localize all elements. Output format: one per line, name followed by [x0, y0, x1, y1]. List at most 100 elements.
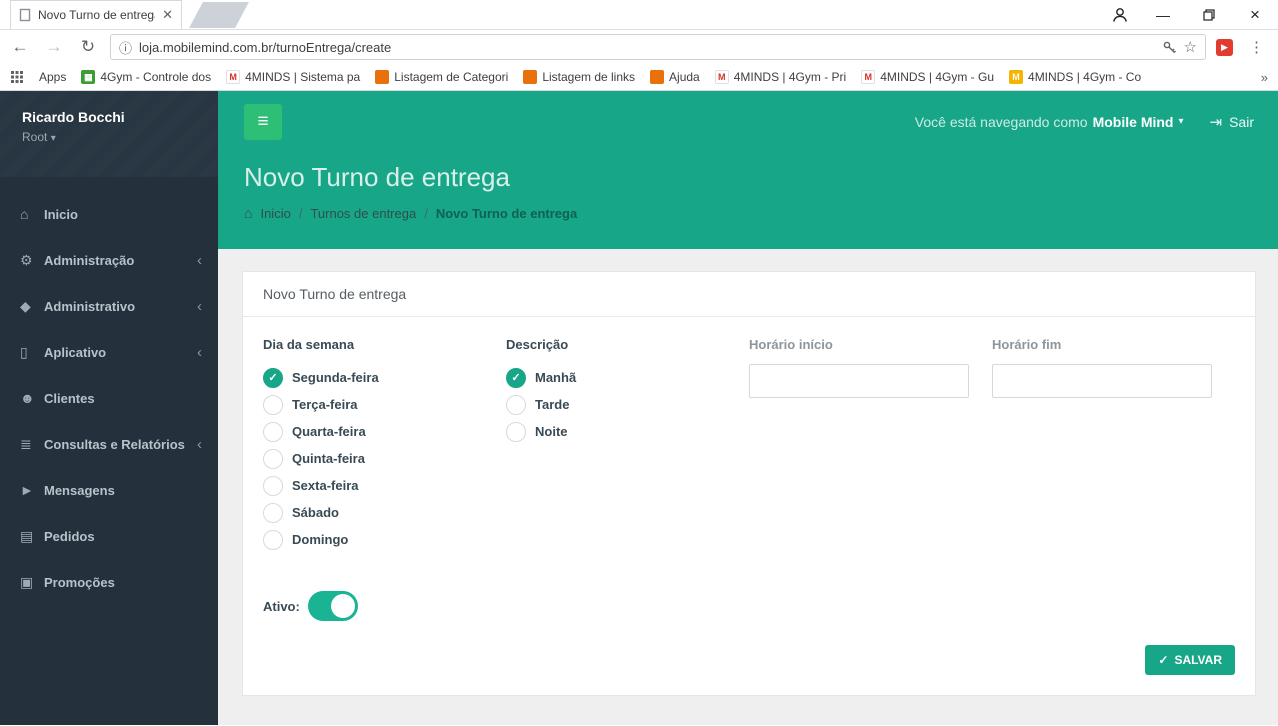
page-favicon-icon: [19, 8, 31, 22]
gmail-m-icon: M: [861, 70, 876, 84]
tab-title: Novo Turno de entrega: [38, 8, 156, 22]
gift-icon: ▣: [20, 573, 34, 590]
radio-sexta-feira[interactable]: Sexta-feira: [263, 472, 506, 499]
browser-menu-icon[interactable]: ⋮: [1243, 38, 1270, 56]
sidebar-item-clientes[interactable]: ☻ Clientes: [0, 375, 218, 421]
reload-icon[interactable]: ↻: [76, 37, 100, 57]
bookmark-item[interactable]: Listagem de Categori: [375, 70, 508, 84]
radio-segunda-feira[interactable]: ✓ Segunda-feira: [263, 364, 506, 391]
card-title: Novo Turno de entrega: [243, 272, 1255, 317]
bookmark-item[interactable]: M 4MINDS | 4Gym - Co: [1009, 70, 1141, 84]
info-icon[interactable]: ⓘ: [119, 38, 132, 57]
check-icon: ✓: [1158, 653, 1169, 667]
form-card: Novo Turno de entrega Dia da semana ✓ Se…: [242, 271, 1256, 696]
sidebar-nav: ⌂ Inicio ⚙ Administração ‹ ◆ Administrat…: [0, 177, 218, 605]
radio-quinta-feira[interactable]: Quinta-feira: [263, 445, 506, 472]
radio-domingo[interactable]: Domingo: [263, 526, 506, 553]
salvar-button[interactable]: ✓ SALVAR: [1145, 645, 1235, 675]
radio-terca-feira[interactable]: Terça-feira: [263, 391, 506, 418]
user-name: Ricardo Bocchi: [22, 109, 125, 125]
horario-inicio-input[interactable]: [749, 364, 969, 398]
radio-manha[interactable]: ✓ Manhã: [506, 364, 749, 391]
radio-icon[interactable]: [263, 502, 283, 523]
chevron-left-icon: ‹: [197, 435, 202, 453]
bookmark-item[interactable]: ▦ 4Gym - Controle dos: [81, 70, 211, 84]
day-of-week-group: Dia da semana ✓ Segunda-feira Terça-feir…: [263, 337, 506, 553]
key-icon[interactable]: [1162, 40, 1177, 55]
browser-tab[interactable]: Novo Turno de entrega ✕: [10, 0, 182, 29]
address-bar[interactable]: ⓘ loja.mobilemind.com.br/turnoEntrega/cr…: [110, 34, 1206, 60]
bookmark-item[interactable]: M 4MINDS | Sistema pa: [226, 70, 360, 84]
sidebar-item-mensagens[interactable]: ► Mensagens: [0, 467, 218, 513]
breadcrumb-inicio[interactable]: Inicio: [260, 206, 290, 221]
document-icon: ▤: [20, 527, 34, 544]
topbar: ≡ Você está navegando como Mobile Mind ▾…: [218, 91, 1278, 152]
menu-toggle-button[interactable]: ≡: [244, 103, 282, 140]
restore-button[interactable]: [1186, 0, 1232, 30]
radio-icon[interactable]: [263, 448, 283, 469]
radio-icon[interactable]: [263, 475, 283, 496]
logout-button[interactable]: ⇥ Sair: [1210, 113, 1254, 131]
radio-quarta-feira[interactable]: Quarta-feira: [263, 418, 506, 445]
bookmark-item[interactable]: M 4MINDS | 4Gym - Pri: [714, 70, 846, 84]
url-text[interactable]: loja.mobilemind.com.br/turnoEntrega/crea…: [139, 40, 1155, 55]
caret-down-icon: ▾: [1178, 116, 1184, 127]
users-icon: ☻: [20, 390, 35, 406]
sidebar-user-block: Ricardo Bocchi Root ▾: [0, 91, 218, 177]
user-role-dropdown[interactable]: Root ▾: [22, 130, 200, 144]
sidebar-item-inicio[interactable]: ⌂ Inicio: [0, 191, 218, 237]
chevron-left-icon: ‹: [197, 297, 202, 315]
check-icon: ✓: [511, 372, 521, 384]
bookmark-item[interactable]: Ajuda: [650, 70, 700, 84]
radio-icon[interactable]: [263, 421, 283, 442]
description-label: Descrição: [506, 337, 569, 352]
sidebar-item-promocoes[interactable]: ▣ Promoções: [0, 559, 218, 605]
radio-icon[interactable]: [263, 394, 283, 415]
forward-icon[interactable]: →: [42, 37, 66, 57]
horario-fim-input[interactable]: [992, 364, 1212, 398]
page-title: Novo Turno de entrega: [244, 162, 510, 192]
new-tab-button[interactable]: [189, 2, 249, 28]
sidebar-item-aplicativo[interactable]: ▯ Aplicativo ‹: [0, 329, 218, 375]
bookmark-item[interactable]: M 4MINDS | 4Gym - Gu: [861, 70, 994, 84]
megaphone-icon: ►: [20, 482, 34, 498]
start-time-label: Horário início: [749, 337, 833, 352]
back-icon[interactable]: ←: [8, 37, 32, 57]
sidebar-item-pedidos[interactable]: ▤ Pedidos: [0, 513, 218, 559]
sidebar-item-consultas-relatorios[interactable]: ≣ Consultas e Relatórios ‹: [0, 421, 218, 467]
chevron-left-icon: ‹: [197, 343, 202, 361]
bookmarks-overflow-chevron-icon[interactable]: »: [1261, 70, 1268, 85]
radio-checked-icon[interactable]: ✓: [506, 367, 526, 388]
radio-sabado[interactable]: Sábado: [263, 499, 506, 526]
breadcrumb-current: Novo Turno de entrega: [435, 205, 578, 221]
active-field: Ativo:: [263, 591, 1235, 621]
end-time-label: Horário fim: [992, 337, 1062, 352]
apps-grid-icon[interactable]: [10, 70, 24, 84]
gears-icon: ⚙: [20, 251, 33, 268]
gmail-m-icon: M: [226, 70, 241, 84]
browser-profile-icon[interactable]: [1100, 0, 1140, 30]
bookmark-star-icon[interactable]: ☆: [1184, 38, 1197, 56]
sidebar-item-administracao[interactable]: ⚙ Administração ‹: [0, 237, 218, 283]
radio-icon[interactable]: [506, 394, 526, 415]
browser-tab-strip: Novo Turno de entrega ✕ — ×: [0, 0, 1278, 30]
extension-icon[interactable]: ▶: [1216, 38, 1233, 56]
radio-noite[interactable]: Noite: [506, 418, 749, 445]
radio-tarde[interactable]: Tarde: [506, 391, 749, 418]
radio-checked-icon[interactable]: ✓: [263, 367, 283, 388]
radio-icon[interactable]: [263, 529, 283, 550]
chevron-left-icon: ‹: [197, 251, 202, 269]
hamburger-icon: ≡: [257, 110, 269, 132]
site-icon: [375, 70, 390, 84]
navigating-as-dropdown[interactable]: Você está navegando como Mobile Mind ▾: [915, 114, 1184, 130]
sidebar-item-administrativo[interactable]: ◆ Administrativo ‹: [0, 283, 218, 329]
close-button[interactable]: ×: [1232, 0, 1278, 30]
minimize-button[interactable]: —: [1140, 0, 1186, 30]
radio-icon[interactable]: [506, 421, 526, 442]
breadcrumb-turnos-de-entrega[interactable]: Turnos de entrega: [310, 206, 416, 221]
bookmark-item[interactable]: Listagem de links: [523, 70, 635, 84]
ativo-toggle[interactable]: [307, 591, 358, 621]
tab-close-icon[interactable]: ✕: [162, 7, 173, 23]
content-area: Novo Turno de entrega Dia da semana ✓ Se…: [218, 249, 1278, 725]
apps-label[interactable]: Apps: [39, 70, 66, 84]
